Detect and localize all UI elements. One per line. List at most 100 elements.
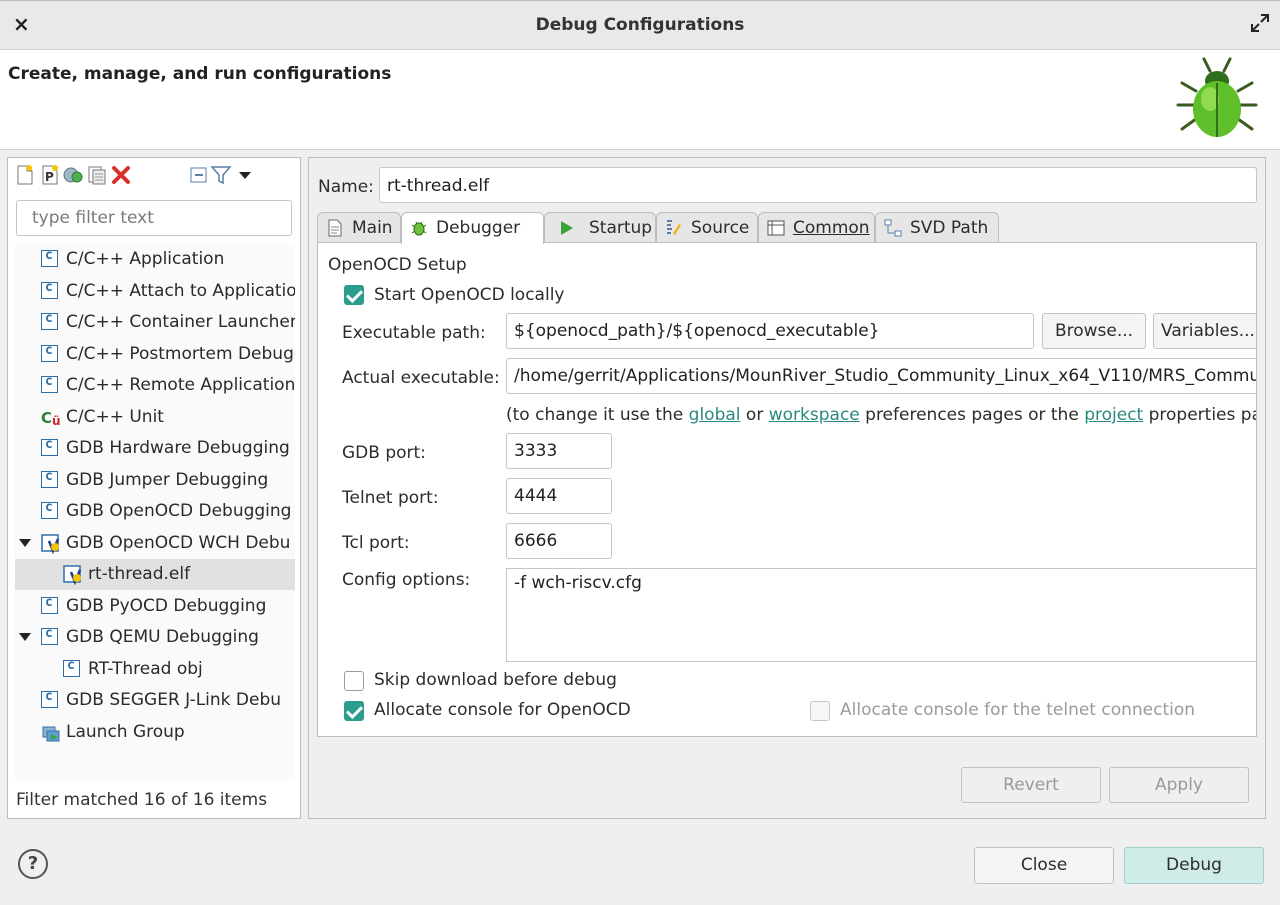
c-config-icon: [41, 689, 61, 711]
tree-item[interactable]: rt-thread.elf: [15, 559, 295, 590]
configuration-list-panel: P type filter text C/C++ ApplicationC/C+…: [7, 157, 301, 819]
tree-item[interactable]: C/C++ Remote Application: [15, 370, 295, 401]
telnet-port-input[interactable]: 4444: [506, 478, 612, 514]
maximize-icon[interactable]: [1250, 13, 1270, 33]
help-icon[interactable]: ?: [18, 849, 48, 879]
revert-button[interactable]: Revert: [961, 767, 1101, 803]
skip-download-label: Skip download before debug: [374, 670, 617, 690]
startup-tab-icon: [561, 221, 573, 235]
config-tabs: Main Debugger Startup Source Common SVD …: [317, 212, 1257, 244]
c-config-icon: [41, 595, 61, 617]
tree-item[interactable]: GDB Jumper Debugging: [15, 465, 295, 496]
close-button[interactable]: Close: [974, 847, 1114, 884]
tree-item-label: C/C++ Remote Application: [66, 375, 295, 395]
config-options-label: Config options:: [342, 570, 471, 590]
tree-item-label: GDB SEGGER J-Link Debu: [66, 690, 282, 710]
header-subtitle: Create, manage, and run configurations: [8, 64, 392, 84]
tree-item-label: GDB OpenOCD WCH Debu: [66, 533, 291, 553]
tab-svd-path[interactable]: SVD Path: [875, 212, 999, 242]
new-configuration-icon[interactable]: [14, 164, 36, 186]
hint-prefix: (to change it use the: [506, 405, 689, 425]
browse-button[interactable]: Browse...: [1042, 313, 1146, 349]
tree-item[interactable]: GDB QEMU Debugging: [15, 622, 295, 653]
export-icon[interactable]: [86, 164, 108, 186]
global-link[interactable]: global: [689, 405, 741, 425]
filter-input[interactable]: type filter text: [16, 200, 292, 236]
project-link[interactable]: project: [1084, 405, 1143, 425]
allocate-telnet-console-label: Allocate console for the telnet connecti…: [840, 700, 1196, 720]
tree-item-label: GDB Hardware Debugging: [66, 438, 290, 458]
tcl-port-label: Tcl port:: [342, 533, 410, 553]
wch-config-icon: [63, 565, 83, 586]
name-label: Name:: [318, 177, 374, 197]
tab-main[interactable]: Main: [317, 212, 401, 242]
tab-source-label: Source: [691, 218, 750, 238]
variables-button[interactable]: Variables...: [1153, 313, 1256, 349]
expand-arrow-icon[interactable]: [19, 539, 31, 547]
tree-item[interactable]: GDB PyOCD Debugging: [15, 591, 295, 622]
c-config-icon: [41, 248, 61, 270]
configuration-tree: C/C++ Application C/C++ Attach to Applica…: [15, 244, 295, 780]
tree-item[interactable]: C/C++ Postmortem Debugg: [15, 339, 295, 370]
view-menu-icon[interactable]: [234, 164, 256, 186]
allocate-console-checkbox[interactable]: [344, 701, 364, 721]
tab-common[interactable]: Common: [758, 212, 875, 242]
tcl-port-input[interactable]: 6666: [506, 523, 612, 559]
svg-text:ü: ü: [52, 414, 61, 428]
tree-item[interactable]: Cü C/C++ Unit: [15, 402, 295, 433]
debug-button[interactable]: Debug: [1124, 847, 1264, 884]
allocate-console-label: Allocate console for OpenOCD: [374, 700, 631, 720]
tab-svd-path-label: SVD Path: [910, 218, 989, 238]
config-options-textarea[interactable]: -f wch-riscv.cfg: [506, 568, 1256, 662]
preferences-hint: (to change it use the global or workspac…: [506, 405, 1256, 425]
new-prototype-icon[interactable]: P: [39, 164, 61, 186]
tree-item-label: C/C++ Container Launcher: [66, 312, 295, 332]
delete-icon[interactable]: [110, 164, 132, 186]
tree-item-label: GDB QEMU Debugging: [66, 627, 259, 647]
tree-item[interactable]: C/C++ Attach to Applicatio: [15, 276, 295, 307]
filter-icon[interactable]: [210, 164, 232, 186]
configuration-editor: Name: rt-thread.elf Main Debugger Startu…: [308, 157, 1266, 819]
tree-item[interactable]: GDB Hardware Debugging: [15, 433, 295, 464]
skip-download-checkbox[interactable]: [344, 671, 364, 691]
start-openocd-checkbox[interactable]: [344, 285, 364, 305]
tree-item-label: GDB OpenOCD Debugging: [66, 501, 292, 521]
gdb-port-input[interactable]: 3333: [506, 433, 612, 469]
tree-item-label: GDB PyOCD Debugging: [66, 596, 267, 616]
list-toolbar: P: [12, 164, 292, 188]
tab-startup-label: Startup: [589, 218, 653, 238]
tab-main-label: Main: [352, 218, 393, 238]
collapse-all-icon[interactable]: [188, 164, 210, 186]
name-input[interactable]: rt-thread.elf: [379, 167, 1257, 203]
duplicate-icon[interactable]: [62, 164, 84, 186]
tab-debugger[interactable]: Debugger: [401, 212, 544, 244]
common-tab-icon: [767, 220, 785, 236]
tree-item[interactable]: GDB OpenOCD WCH Debu: [15, 528, 295, 559]
c-config-icon: [41, 311, 61, 333]
tree-item[interactable]: C/C++ Application: [15, 244, 295, 275]
c-config-icon: [63, 658, 83, 680]
source-tab-icon: [667, 220, 681, 235]
allocate-telnet-console-checkbox[interactable]: [810, 701, 830, 721]
filter-status: Filter matched 16 of 16 items: [16, 790, 268, 810]
tree-item[interactable]: GDB OpenOCD Debugging: [15, 496, 295, 527]
actual-executable-input[interactable]: /home/gerrit/Applications/MounRiver_Stud…: [506, 358, 1256, 394]
debug-configurations-dialog: × Debug Configurations Create, manage, a…: [0, 0, 1280, 905]
tree-item[interactable]: Launch Group: [15, 717, 295, 748]
tree-item[interactable]: C/C++ Container Launcher: [15, 307, 295, 338]
workspace-link[interactable]: workspace: [769, 405, 860, 425]
launch-group-icon: [41, 723, 61, 743]
debugger-tab-icon: [411, 221, 427, 236]
tree-item[interactable]: RT-Thread obj: [15, 654, 295, 685]
expand-arrow-icon[interactable]: [19, 633, 31, 641]
debugger-tab-content: OpenOCD Setup Start OpenOCD locally Exec…: [317, 242, 1257, 737]
svd-tab-icon: [884, 219, 902, 237]
tab-startup[interactable]: Startup: [544, 212, 656, 242]
apply-button[interactable]: Apply: [1109, 767, 1249, 803]
c-config-icon: [41, 280, 61, 302]
executable-path-input[interactable]: ${openocd_path}/${openocd_executable}: [506, 313, 1034, 349]
telnet-port-label: Telnet port:: [342, 488, 439, 508]
tab-source[interactable]: Source: [656, 212, 758, 242]
gdb-port-label: GDB port:: [342, 443, 426, 463]
tree-item[interactable]: GDB SEGGER J-Link Debu: [15, 685, 295, 716]
